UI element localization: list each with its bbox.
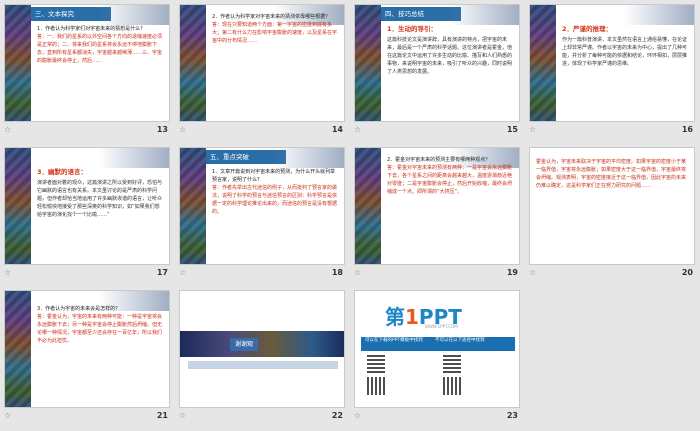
slide-thumbnail[interactable]: 三、文本探究 1．作者认为科学家们对宇宙未来的猜想是什么？ 答：一、我们的星系的…: [0, 0, 175, 143]
slide-preview: 第1PPT WWW.1PPT.COM 可以在下载的PPT模板中找到 不可以在以下途…: [354, 290, 520, 408]
slide-number: 18: [331, 268, 343, 277]
slide-thumbnail[interactable]: 第1PPT WWW.1PPT.COM 可以在下载的PPT模板中找到 不可以在以下途…: [350, 286, 525, 429]
decorative-strip: [180, 5, 206, 121]
transition-icon: ☆: [179, 125, 187, 134]
slide-paragraph: 这篇科技论文是演讲辞，具有演讲的特点，把宇宙的未来，最后是一个严肃的科学话题。这…: [387, 37, 513, 75]
decorative-strip: [355, 148, 381, 264]
slide-question: 2．霍金对宇宙未来的预测主要有哪两种观点？: [387, 157, 491, 163]
slide-answer: 答：霍金认为，宇宙的未来有两种可能：一种是宇宙将会永远膨胀下去；另一种是宇宙会停…: [37, 314, 163, 344]
slide-paragraph: 霍金认为，宇宙未来取决于宇宙的平均密度。如果宇宙的密度小于某一临界值，宇宙将永远…: [536, 159, 687, 189]
transition-icon: ☆: [529, 125, 537, 134]
slide-question: 1．作者认为科学家们对宇宙未来的猜想是什么？: [37, 26, 146, 32]
slide-thumbnail[interactable]: 3．幽默的语言： 演讲者面对着的观众，这篇演讲之所以受到好评，恐怕与它幽默的语言…: [0, 143, 175, 286]
slide-paragraph: 作为一篇科普演讲，本文虽然在语言上通俗易懂，在论证上却非常严谨。作者以宇宙的未来…: [562, 37, 688, 67]
transition-icon: ☆: [179, 411, 187, 420]
slide-number: 16: [681, 125, 693, 134]
slide-number: 23: [506, 411, 518, 420]
decorative-strip: [530, 5, 556, 121]
slide-paragraph: 演讲者面对着的观众，这篇演讲之所以受到好评，恐怕与它幽默的语言也有关系。本文虽讨…: [37, 180, 163, 218]
slide-answer: 答：一、我们的星系的以外空间各个方向的退缩速度必须是正常的；二、将来我们的星系将…: [37, 34, 163, 64]
slide-body: 1．文章开篇说到对宇宙未来的预测，为什么开头就列举预言家，说明了什么？ 答：作者…: [212, 168, 338, 260]
qr-code-icon: [443, 355, 461, 373]
decorative-bar: [188, 361, 338, 369]
ppt-logo-subtitle: WWW.1PPT.COM: [425, 324, 458, 329]
slide-thumbnail[interactable]: 2．作者认为科学家对宇宙未来的猜测依靠哪些根据？ 答：现在只要知道两个方面：第一…: [175, 0, 350, 143]
slide-body: 1．作者认为科学家们对宇宙未来的猜想是什么？ 答：一、我们的星系的以外空间各个方…: [37, 25, 163, 117]
slide-body: 3．作者认为宇宙的未来会是怎样的？ 答：霍金认为，宇宙的未来有两种可能：一种是宇…: [37, 305, 163, 403]
slide-preview: 三、文本探究 1．作者认为科学家们对宇宙未来的猜想是什么？ 答：一、我们的星系的…: [4, 4, 170, 122]
qr-code-icon: [367, 355, 385, 373]
transition-icon: ☆: [179, 268, 187, 277]
info-bar: 可以在下载的PPT模板中找到 不可以在以下途径中找到: [361, 337, 515, 351]
decorative-strip: [5, 5, 31, 121]
decorative-strip: [355, 5, 381, 121]
slide-number: 22: [331, 411, 343, 420]
transition-icon: ☆: [354, 411, 362, 420]
slide-number: 17: [156, 268, 168, 277]
transition-icon: ☆: [354, 268, 362, 277]
info-bar-right: 不可以在以下途径中找到: [435, 338, 485, 343]
slide-thumbnail[interactable]: 谢谢观 ☆ 22: [175, 286, 350, 429]
slide-preview: 五、重点突破 1．文章开篇说到对宇宙未来的预测，为什么开头就列举预言家，说明了什…: [179, 147, 345, 265]
transition-icon: ☆: [4, 411, 12, 420]
slide-thumbnail[interactable]: 五、重点突破 1．文章开篇说到对宇宙未来的预测，为什么开头就列举预言家，说明了什…: [175, 143, 350, 286]
slide-preview: 霍金认为，宇宙未来取决于宇宙的平均密度。如果宇宙的密度小于某一临界值，宇宙将永远…: [529, 147, 695, 265]
qr-code-icon: [443, 377, 461, 395]
slide-number: 13: [156, 125, 168, 134]
slide-heading: 2．严谨的推理：: [562, 25, 613, 33]
slide-preview: 2．严谨的推理： 作为一篇科普演讲，本文虽然在语言上通俗易懂，在论证上却非常严谨…: [529, 4, 695, 122]
slide-body: 2．作者认为科学家对宇宙未来的猜测依靠哪些根据？ 答：现在只要知道两个方面：第一…: [212, 13, 338, 117]
slide-preview: 3．幽默的语言： 演讲者面对着的观众，这篇演讲之所以受到好评，恐怕与它幽默的语言…: [4, 147, 170, 265]
info-bar-left: 可以在下载的PPT模板中找到: [365, 338, 423, 343]
slide-answer: 答：作者先举出古代迷信的例子，从而批判了预言家的做法，说明了科学的预言与迷信预言…: [212, 185, 338, 215]
slide-preview: 2．作者认为科学家对宇宙未来的猜测依靠哪些根据？ 答：现在只要知道两个方面：第一…: [179, 4, 345, 122]
slide-body: 3．幽默的语言： 演讲者面对着的观众，这篇演讲之所以受到好评，恐怕与它幽默的语言…: [37, 168, 163, 260]
slide-sorter-grid: 三、文本探究 1．作者认为科学家们对宇宙未来的猜想是什么？ 答：一、我们的星系的…: [0, 0, 700, 431]
qr-code-icon: [367, 377, 385, 395]
decorative-strip: [5, 148, 31, 264]
slide-thumbnail[interactable]: 2．严谨的推理： 作为一篇科普演讲，本文虽然在语言上通俗易懂，在论证上却非常严谨…: [525, 0, 700, 143]
slide-thumbnail[interactable]: 霍金认为，宇宙未来取决于宇宙的平均密度。如果宇宙的密度小于某一临界值，宇宙将永远…: [525, 143, 700, 286]
slide-answer: 答：现在只要知道两个方面：第一宇宙的密度到底有多大；第二有什么力在影响宇宙膨胀的…: [212, 22, 338, 44]
thanks-title: 谢谢观: [230, 338, 258, 351]
slide-heading: 1．生动的导引：: [387, 25, 438, 33]
decorative-strip: [5, 291, 31, 407]
slide-number: 14: [331, 125, 343, 134]
transition-icon: ☆: [4, 125, 12, 134]
slide-thumbnail[interactable]: 2．霍金对宇宙未来的预测主要有哪两种观点？ 答：霍金对宇宙未来的预测有两种：一是…: [350, 143, 525, 286]
slide-preview: 3．作者认为宇宙的未来会是怎样的？ 答：霍金认为，宇宙的未来有两种可能：一种是宇…: [4, 290, 170, 408]
decorative-strip: [180, 148, 206, 264]
transition-icon: ☆: [354, 125, 362, 134]
slide-question: 2．作者认为科学家对宇宙未来的猜测依靠哪些根据？: [212, 14, 331, 20]
transition-icon: ☆: [529, 268, 537, 277]
slide-preview: 2．霍金对宇宙未来的预测主要有哪两种观点？ 答：霍金对宇宙未来的预测有两种：一是…: [354, 147, 520, 265]
slide-body: 1．生动的导引： 这篇科技论文是演讲辞，具有演讲的特点，把宇宙的未来，最后是一个…: [387, 25, 513, 117]
slide-number: 21: [156, 411, 168, 420]
slide-thumbnail[interactable]: 四、技巧总结 1．生动的导引： 这篇科技论文是演讲辞，具有演讲的特点，把宇宙的未…: [350, 0, 525, 143]
slide-question: 1．文章开篇说到对宇宙未来的预测，为什么开头就列举预言家，说明了什么？: [212, 169, 336, 183]
slide-preview: 四、技巧总结 1．生动的导引： 这篇科技论文是演讲辞，具有演讲的特点，把宇宙的未…: [354, 4, 520, 122]
transition-icon: ☆: [4, 268, 12, 277]
slide-heading: 3．幽默的语言：: [37, 168, 88, 176]
slide-body: 2．霍金对宇宙未来的预测主要有哪两种观点？ 答：霍金对宇宙未来的预测有两种：一是…: [387, 156, 513, 260]
slide-number: 19: [506, 268, 518, 277]
slide-number: 15: [506, 125, 518, 134]
slide-preview: 谢谢观: [179, 290, 345, 408]
slide-answer: 答：霍金对宇宙未来的预测有两种：一是宇宙会永远膨胀下去，各个星系之间的距离会越来…: [387, 165, 513, 195]
slide-question: 3．作者认为宇宙的未来会是怎样的？: [37, 306, 121, 312]
slide-thumbnail[interactable]: 3．作者认为宇宙的未来会是怎样的？ 答：霍金认为，宇宙的未来有两种可能：一种是宇…: [0, 286, 175, 429]
decorative-band: [180, 331, 344, 357]
slide-body: 2．严谨的推理： 作为一篇科普演讲，本文虽然在语言上通俗易懂，在论证上却非常严谨…: [562, 25, 688, 117]
slide-number: 20: [681, 268, 693, 277]
